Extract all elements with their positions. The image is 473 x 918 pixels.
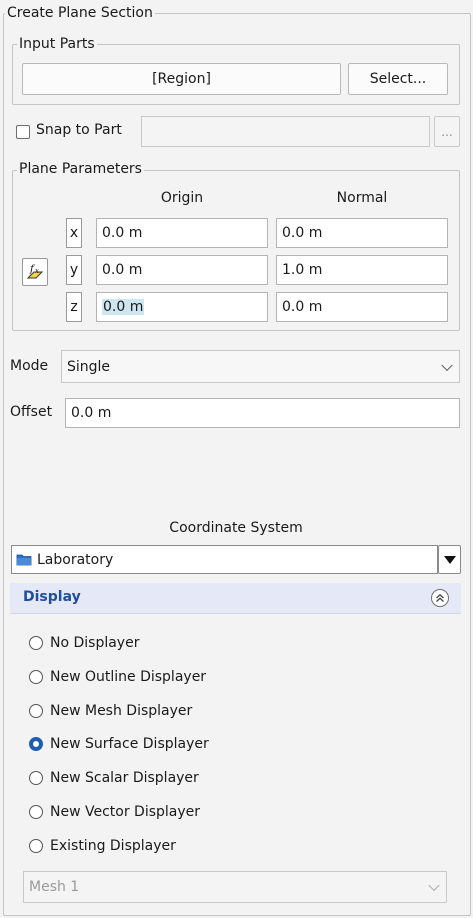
origin-z-value: 0.0 m <box>102 299 145 315</box>
radio-new-mesh-displayer[interactable]: New Mesh Displayer <box>29 700 192 722</box>
radio-new-scalar-displayer[interactable]: New Scalar Displayer <box>29 767 199 789</box>
display-section-header[interactable]: Display <box>10 583 461 614</box>
origin-header: Origin <box>160 190 204 206</box>
region-button[interactable]: [Region] <box>22 63 341 95</box>
offset-label: Offset <box>10 404 53 420</box>
radio-button[interactable] <box>29 771 43 785</box>
radio-button-selected[interactable] <box>29 737 43 751</box>
radio-existing-displayer[interactable]: Existing Displayer <box>29 835 176 857</box>
function-plane-icon: f x <box>26 264 44 279</box>
radio-label: New Outline Displayer <box>50 669 207 685</box>
radio-label: New Surface Displayer <box>50 736 209 752</box>
radio-button[interactable] <box>29 839 43 853</box>
coordinate-system-label: Coordinate System <box>169 520 303 536</box>
existing-displayer-value: Mesh 1 <box>29 879 80 895</box>
radio-new-outline-displayer[interactable]: New Outline Displayer <box>29 666 206 688</box>
radio-label: New Vector Displayer <box>50 804 201 820</box>
radio-button[interactable] <box>29 805 43 819</box>
origin-y-field[interactable]: 0.0 m <box>96 255 268 285</box>
plane-parameters-legend: Plane Parameters <box>17 160 144 178</box>
input-parts-legend: Input Parts <box>17 35 97 53</box>
function-editor-button[interactable]: f x <box>22 258 48 286</box>
chevron-down-icon <box>428 879 440 892</box>
normal-z-field[interactable]: 0.0 m <box>276 292 448 322</box>
normal-x-field[interactable]: 0.0 m <box>276 218 448 248</box>
snap-browse-button[interactable]: ... <box>434 116 460 147</box>
origin-x-field[interactable]: 0.0 m <box>96 218 268 248</box>
radio-new-vector-displayer[interactable]: New Vector Displayer <box>29 801 200 823</box>
radio-button[interactable] <box>29 670 43 684</box>
normal-header: Normal <box>336 190 388 206</box>
chevron-down-icon <box>441 359 453 371</box>
mode-label: Mode <box>10 358 49 374</box>
collapse-icon[interactable] <box>431 589 449 607</box>
snap-to-part-field[interactable] <box>141 116 430 147</box>
radio-label: New Mesh Displayer <box>50 703 193 719</box>
display-section-title: Display <box>23 589 81 605</box>
mode-value: Single <box>67 358 111 375</box>
axis-label-x: x <box>66 218 82 248</box>
offset-field[interactable]: 0.0 m <box>65 398 460 428</box>
radio-button[interactable] <box>29 636 43 650</box>
coordinate-system-value: Laboratory <box>37 551 114 568</box>
normal-y-field[interactable]: 1.0 m <box>276 255 448 285</box>
existing-displayer-dropdown[interactable]: Mesh 1 <box>23 871 447 903</box>
radio-new-surface-displayer[interactable]: New Surface Displayer <box>29 733 209 755</box>
radio-label: Existing Displayer <box>50 838 176 854</box>
mode-dropdown[interactable]: Single <box>61 350 460 383</box>
axis-label-y: y <box>66 255 82 285</box>
axis-label-z: z <box>66 292 82 322</box>
origin-z-field[interactable]: 0.0 m <box>96 292 268 322</box>
triangle-down-icon <box>443 555 456 564</box>
snap-to-part-checkbox[interactable] <box>16 125 30 139</box>
coordinate-system-dropdown-button[interactable] <box>438 545 461 574</box>
snap-to-part-label[interactable]: Snap to Part <box>36 122 122 138</box>
radio-button[interactable] <box>29 704 43 718</box>
folder-icon <box>16 554 32 566</box>
radio-label: No Displayer <box>50 635 140 651</box>
radio-label: New Scalar Displayer <box>50 770 199 786</box>
svg-text:x: x <box>35 267 39 275</box>
select-parts-button[interactable]: Select... <box>348 63 448 95</box>
create-plane-section-title: Create Plane Section <box>5 4 155 22</box>
coordinate-system-dropdown[interactable]: Laboratory <box>11 545 438 574</box>
radio-no-displayer[interactable]: No Displayer <box>29 632 139 654</box>
